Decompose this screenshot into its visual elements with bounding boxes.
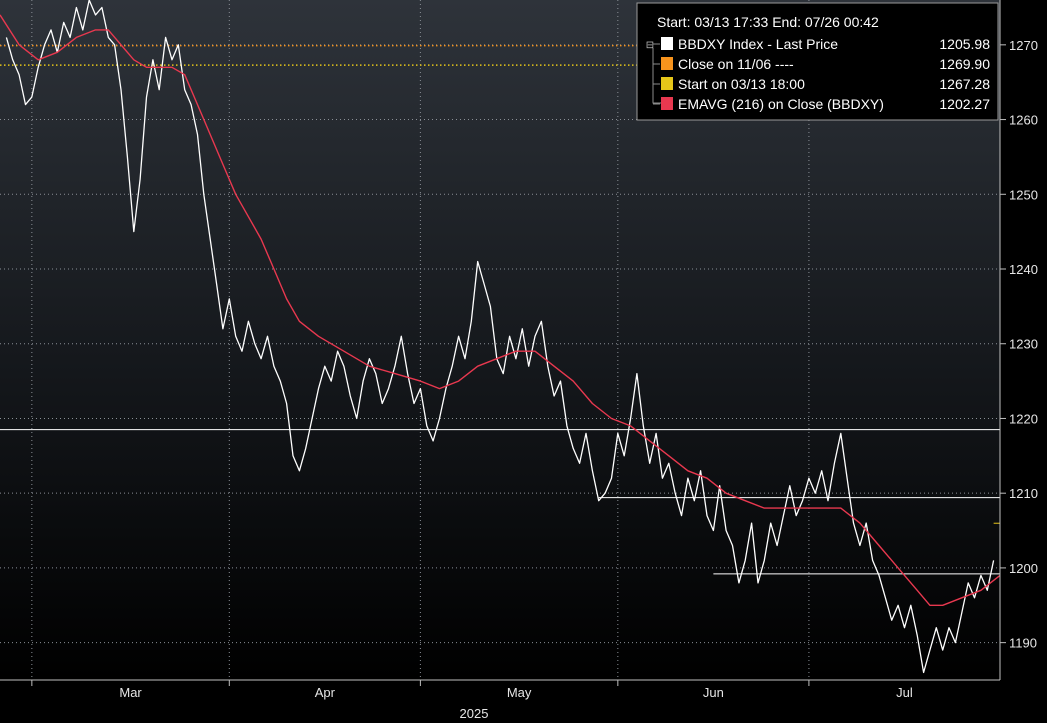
y-tick-label: 1200: [1009, 561, 1038, 576]
legend-value: 1267.28: [939, 76, 990, 92]
legend-header: Start: 03/13 17:33 End: 07/26 00:42: [657, 14, 879, 30]
legend-swatch: [661, 77, 673, 90]
bbdxy-price-chart: 1190 1200 1210 1220 1230 1240 1250 1260 1270 Mar…: [0, 0, 1047, 723]
legend-collapse-icon[interactable]: ⊟: [646, 40, 654, 51]
legend-swatch: [661, 37, 673, 50]
y-tick-label: 1230: [1009, 337, 1038, 352]
x-tick-label: Apr: [315, 685, 336, 700]
legend-label: Start on 03/13 18:00: [678, 76, 805, 92]
legend-value: 1202.27: [939, 96, 990, 112]
y-tick-label: 1260: [1009, 113, 1038, 128]
legend-swatch: [661, 57, 673, 70]
x-tick-label: Jul: [896, 685, 913, 700]
legend-label: BBDXY Index - Last Price: [678, 36, 838, 52]
axis-background: [1000, 0, 1047, 723]
y-tick-label: 1270: [1009, 38, 1038, 53]
legend-box: Start: 03/13 17:33 End: 07/26 00:42 ⊟ BB…: [636, 2, 999, 121]
x-tick-label: May: [507, 685, 532, 700]
legend-swatch: [661, 97, 673, 110]
y-tick-label: 1220: [1009, 411, 1038, 426]
year-label: 2025: [460, 706, 489, 721]
legend-label: Close on 11/06 ----: [678, 56, 794, 72]
legend-value: 1205.98: [939, 36, 990, 52]
y-tick-label: 1190: [1009, 636, 1037, 651]
legend-label: EMAVG (216) on Close (BBDXY): [678, 96, 884, 112]
xaxis-background: [0, 680, 1000, 723]
x-tick-label: Mar: [119, 685, 142, 700]
y-tick-label: 1240: [1009, 262, 1038, 277]
y-tick-label: 1250: [1009, 187, 1038, 202]
x-tick-label: Jun: [703, 685, 724, 700]
y-tick-label: 1210: [1009, 486, 1038, 501]
legend-value: 1269.90: [939, 56, 990, 72]
